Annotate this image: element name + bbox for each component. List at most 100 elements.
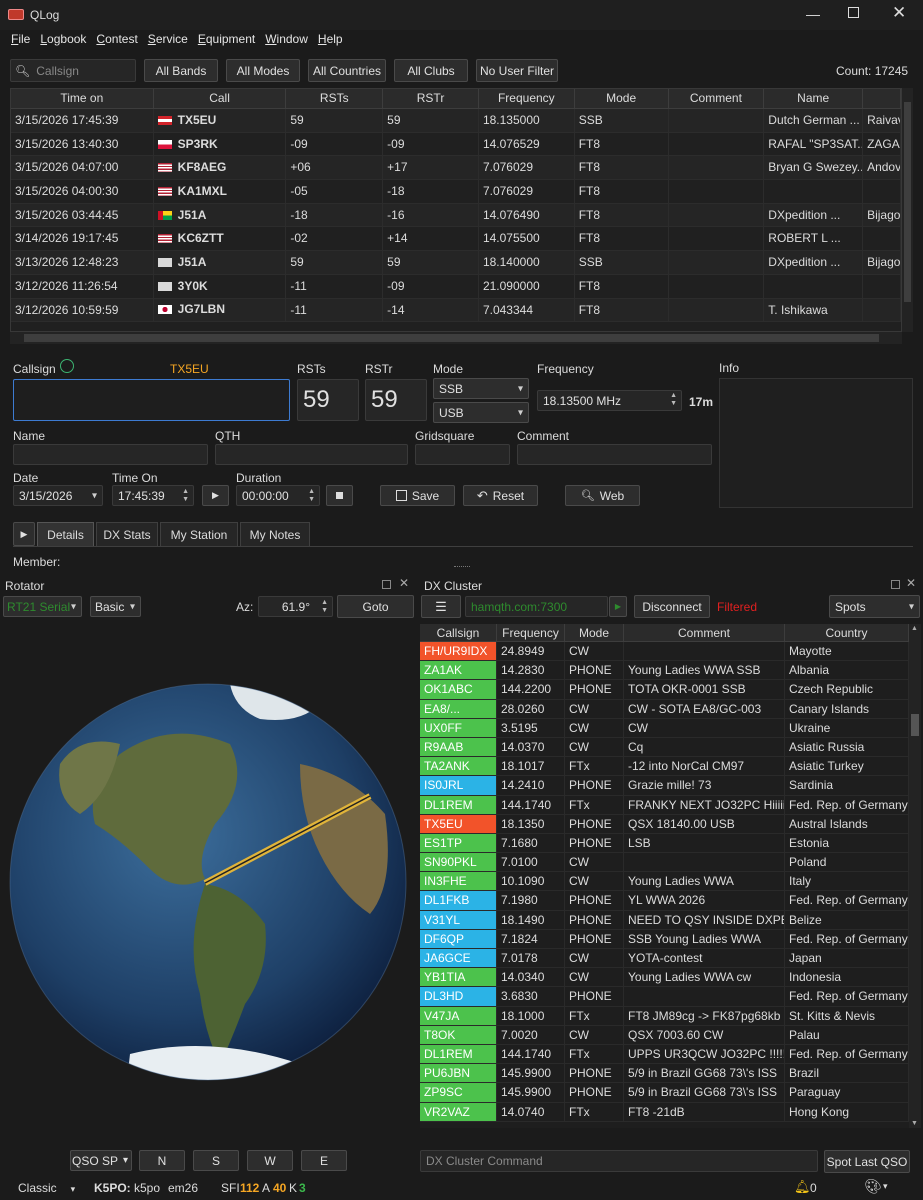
qso-sp-dropdown-icon[interactable]: ▾ bbox=[123, 1155, 128, 1166]
spot-row[interactable]: ZA1AK 14.2830 PHONE Young Ladies WWA SSB Alb… bbox=[420, 661, 909, 681]
table-row[interactable]: 3/15/2026 17:45:39 TX5EU 59 59 18.135000 SSB D… bbox=[11, 109, 901, 133]
spot-row[interactable]: EA8/... 28.0260 CW CW - SOTA EA8/GC-003 Cana… bbox=[420, 699, 909, 719]
dxc-float-icon[interactable] bbox=[891, 580, 900, 589]
user-filter-button[interactable]: No User Filter bbox=[476, 59, 558, 82]
spot-row[interactable]: ES1TP 7.1680 PHONE LSB Estonia bbox=[420, 833, 909, 854]
spot-row[interactable]: JA6GCE 7.0178 CW YOTA-contest Japan bbox=[420, 949, 909, 969]
date-field[interactable]: 3/15/2026 bbox=[13, 485, 103, 506]
spot-row[interactable]: DF6QP 7.1824 PHONE SSB Young Ladies WWA Fed.… bbox=[420, 929, 909, 949]
menu-logbook[interactable]: Logbook bbox=[35, 30, 91, 50]
tab-my-notes[interactable]: My Notes bbox=[240, 522, 310, 546]
spot-row[interactable]: VR2VAZ 14.0740 FTx FT8 -21dB Hong Kong bbox=[420, 1102, 909, 1122]
dxc-server-field[interactable]: hamqth.com:7300 bbox=[465, 596, 608, 617]
spot-row[interactable]: TX5EU 18.1350 PHONE QSX 18140.00 USB Austral… bbox=[420, 814, 909, 834]
south-button[interactable]: S bbox=[193, 1150, 239, 1171]
table-row[interactable]: 3/12/2026 10:59:59 JG7LBN -11 -14 7.043344 FT… bbox=[11, 298, 901, 323]
qth-field[interactable] bbox=[215, 444, 408, 465]
all-clubs-button[interactable]: All Clubs bbox=[394, 59, 468, 82]
table-row[interactable]: 3/15/2026 04:07:00 KF8AEG +06 +17 7.076029 FT… bbox=[11, 156, 901, 181]
spot-row[interactable]: DL1REM 144.1740 FTx FRANKY NEXT JO32PC Hiii… bbox=[420, 795, 909, 815]
dxc-connect-button[interactable]: ▶ bbox=[609, 596, 627, 617]
splitter-handle[interactable] bbox=[454, 566, 470, 569]
table-row[interactable]: 3/13/2026 12:48:23 J51A 59 59 18.140000 SSB DX… bbox=[11, 251, 901, 275]
spot-row[interactable]: IN3FHE 10.1090 CW Young Ladies WWA Italy bbox=[420, 872, 909, 892]
close-icon[interactable]: ✕ bbox=[892, 3, 906, 23]
table-row[interactable]: 3/15/2026 04:00:30 KA1MXL -05 -18 7.076029 FT… bbox=[11, 180, 901, 204]
spot-row[interactable]: UX0FF 3.5195 CW CW Ukraine bbox=[420, 718, 909, 738]
spot-row[interactable]: DL1FKB 7.1980 PHONE YL WWA 2026 Fed. Rep. of… bbox=[420, 891, 909, 911]
spot-row[interactable]: T8OK 7.0020 CW QSX 7003.60 CW Palau bbox=[420, 1025, 909, 1045]
rotator-close-icon[interactable]: ✕ bbox=[399, 576, 409, 590]
callsign-field[interactable] bbox=[13, 379, 290, 421]
rotator-globe-map[interactable] bbox=[0, 624, 420, 1144]
menu-equipment[interactable]: Equipment bbox=[193, 30, 260, 50]
spot-row[interactable]: R9AAB 14.0370 CW Cq Asiatic Russia bbox=[420, 737, 909, 758]
north-button[interactable]: N bbox=[139, 1150, 185, 1171]
menu-help[interactable]: Help bbox=[313, 30, 348, 50]
tab-dx-stats[interactable]: DX Stats bbox=[96, 522, 158, 546]
table-row[interactable]: 3/15/2026 03:44:45 J51A -18 -16 14.076490 FT8… bbox=[11, 203, 901, 228]
spot-row[interactable]: PU6JBN 145.9900 PHONE 5/9 in Brazil GG68 73… bbox=[420, 1064, 909, 1084]
table-row[interactable]: 3/14/2026 19:17:45 KC6ZTT -02 +14 14.075500 F… bbox=[11, 227, 901, 252]
submode-select[interactable]: USB bbox=[433, 402, 529, 423]
name-field[interactable] bbox=[13, 444, 208, 465]
time-play-button[interactable]: ▶ bbox=[202, 485, 229, 506]
qso-sp-button[interactable]: QSO SP ▾ bbox=[70, 1150, 132, 1171]
spot-row[interactable]: ZP9SC 145.9900 PHONE 5/9 in Brazil GG68 73\… bbox=[420, 1083, 909, 1103]
all-bands-button[interactable]: All Bands bbox=[144, 59, 218, 82]
time-on-field[interactable]: 17:45:39 ▲ ▼ bbox=[112, 485, 194, 506]
dxc-scroll-down-icon[interactable]: ▼ bbox=[911, 1120, 918, 1127]
web-button[interactable]: 🔍︎ Web bbox=[565, 485, 640, 506]
palette-dropdown-icon[interactable]: ▾ bbox=[883, 1181, 888, 1192]
time-spin-icon[interactable]: ▲ ▼ bbox=[182, 488, 189, 504]
col-header-call[interactable]: Call bbox=[154, 89, 287, 108]
spot-row[interactable]: DL3HD 3.6830 PHONE Fed. Rep. of Germany bbox=[420, 987, 909, 1007]
west-button[interactable]: W bbox=[247, 1150, 293, 1171]
col-header-frequency[interactable]: Frequency bbox=[479, 89, 575, 108]
frequency-spin-icon[interactable]: ▲ ▼ bbox=[670, 392, 677, 408]
col-header-comment[interactable]: Comment bbox=[669, 89, 765, 108]
all-countries-button[interactable]: All Countries bbox=[308, 59, 386, 82]
duration-field[interactable]: 00:00:00 ▲ ▼ bbox=[236, 485, 320, 506]
col-header-rstr[interactable]: RSTr bbox=[383, 89, 479, 108]
table-row[interactable]: 3/15/2026 13:40:30 SP3RK -09 -09 14.076529 FT… bbox=[11, 132, 901, 157]
rsts-field[interactable]: 59 bbox=[297, 379, 359, 421]
spot-row[interactable]: V31YL 18.1490 PHONE NEED TO QSY INSIDE DXPE… bbox=[420, 910, 909, 930]
menu-window[interactable]: Window bbox=[260, 30, 313, 50]
col-header-time[interactable]: Time on bbox=[11, 89, 154, 108]
dxc-scroll-thumb[interactable] bbox=[911, 714, 919, 736]
mode-select[interactable]: SSB bbox=[433, 378, 529, 399]
duration-stop-button[interactable] bbox=[326, 485, 353, 506]
rotator-port-select[interactable]: RT21 Serial bbox=[3, 596, 82, 617]
spot-row[interactable]: DL1REM 144.1740 FTx UPPS UR3QCW JO32PC !!!!… bbox=[420, 1044, 909, 1065]
spot-row[interactable]: YB1TIA 14.0340 CW Young Ladies WWA cw Indone… bbox=[420, 968, 909, 988]
minimize-icon[interactable]: — bbox=[806, 6, 820, 22]
goto-button[interactable]: Goto bbox=[337, 595, 414, 618]
spot-row[interactable]: FH/UR9IDX 24.8949 CW Mayotte bbox=[420, 642, 909, 662]
globe-icon[interactable] bbox=[60, 359, 74, 373]
dxc-col-country[interactable]: Country bbox=[785, 624, 909, 641]
callsign-search-input[interactable]: 🔍︎ Callsign bbox=[10, 59, 136, 82]
azimuth-field[interactable]: 61.9° ▲ ▼ bbox=[258, 596, 333, 617]
dxc-col-frequency[interactable]: Frequency bbox=[497, 624, 565, 641]
menu-contest[interactable]: Contest bbox=[91, 30, 142, 50]
east-button[interactable]: E bbox=[301, 1150, 347, 1171]
spot-row[interactable]: OK1ABC 144.2200 PHONE TOTA OKR-0001 SSB Czec… bbox=[420, 680, 909, 700]
col-header-rsts[interactable]: RSTs bbox=[286, 89, 384, 108]
dxc-menu-button[interactable]: ☰ bbox=[421, 595, 461, 618]
dxc-close-icon[interactable]: ✕ bbox=[906, 576, 916, 590]
logbook-table[interactable]: Time on Call RSTs RSTr Frequency Mode Co… bbox=[10, 88, 902, 332]
dxc-disconnect-button[interactable]: Disconnect bbox=[634, 595, 710, 618]
spot-row[interactable]: TA2ANK 18.1017 FTx -12 into NorCal CM97 Asia… bbox=[420, 757, 909, 777]
reset-button[interactable]: ↶ Reset bbox=[463, 485, 538, 506]
tab-my-station[interactable]: My Station bbox=[160, 522, 238, 546]
spot-row[interactable]: SN90PKL 7.0100 CW Poland bbox=[420, 853, 909, 873]
hscrollbar-thumb[interactable] bbox=[24, 334, 879, 342]
logbook-vertical-scrollbar[interactable] bbox=[902, 88, 913, 332]
duration-spin-icon[interactable]: ▲ ▼ bbox=[308, 488, 315, 504]
save-button[interactable]: Save bbox=[380, 485, 455, 506]
all-modes-button[interactable]: All Modes bbox=[226, 59, 300, 82]
bell-icon[interactable]: 🔔︎ bbox=[794, 1179, 811, 1195]
menu-file[interactable]: File bbox=[6, 30, 35, 50]
menu-service[interactable]: Service bbox=[143, 30, 193, 50]
